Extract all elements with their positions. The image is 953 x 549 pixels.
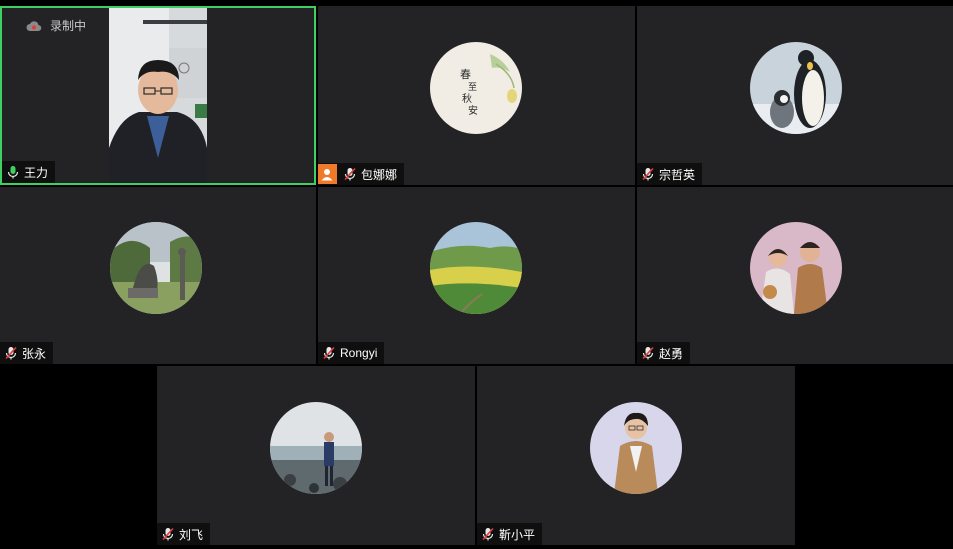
participant-tile[interactable]: 宗哲英 <box>637 6 953 185</box>
participant-name-tag: 王力 <box>2 161 56 183</box>
mic-muted-icon[interactable] <box>641 346 655 360</box>
calligraphy-avatar: 春 至 秋 安 <box>430 42 522 134</box>
svg-text:安: 安 <box>468 104 478 117</box>
landscape-avatar <box>430 222 522 314</box>
person-icon <box>318 164 337 184</box>
participant-tile[interactable]: Rongyi <box>318 187 635 364</box>
mic-muted-icon[interactable] <box>343 167 357 181</box>
mic-muted-icon[interactable] <box>4 346 18 360</box>
video-gallery: 录制中 王力 春 至 秋 安 包娜娜 宗哲英 张永 Rongyi 赵勇 刘飞 靳… <box>0 0 953 549</box>
participant-name: 宗哲英 <box>659 167 696 182</box>
participant-name: Rongyi <box>340 346 378 360</box>
participant-name: 赵勇 <box>659 346 684 361</box>
svg-text:秋: 秋 <box>462 92 472 105</box>
mic-active-icon[interactable] <box>6 165 20 179</box>
participant-name: 刘飞 <box>179 527 204 542</box>
participant-name-tag: 包娜娜 <box>318 163 405 185</box>
beach-avatar <box>270 402 362 494</box>
participant-tile[interactable]: 刘飞 <box>157 366 475 545</box>
participant-name: 王力 <box>24 165 49 180</box>
mic-muted-icon[interactable] <box>322 346 336 360</box>
recording-label: 录制中 <box>50 19 87 33</box>
recording-indicator: 录制中 <box>26 17 86 34</box>
penguin-avatar <box>750 42 842 134</box>
mic-muted-icon[interactable] <box>641 167 655 181</box>
participant-name-tag: 靳小平 <box>477 523 543 545</box>
participant-video <box>109 8 207 183</box>
svg-text:春: 春 <box>460 68 471 81</box>
participant-name: 包娜娜 <box>361 167 398 182</box>
participant-name-tag: Rongyi <box>318 342 385 364</box>
participant-tile[interactable]: 靳小平 <box>477 366 795 545</box>
participant-name: 靳小平 <box>499 527 536 542</box>
participant-name-tag: 赵勇 <box>637 342 691 364</box>
participant-tile[interactable]: 录制中 王力 <box>0 6 316 185</box>
participant-name-tag: 宗哲英 <box>637 163 703 185</box>
cloud-record-icon <box>26 20 42 31</box>
mic-muted-icon[interactable] <box>161 527 175 541</box>
participant-name-tag: 张永 <box>0 342 54 364</box>
svg-text:至: 至 <box>468 82 477 93</box>
participant-tile[interactable]: 赵勇 <box>637 187 953 364</box>
portrait-avatar <box>590 402 682 494</box>
participant-name: 张永 <box>22 346 47 361</box>
couple-avatar <box>750 222 842 314</box>
mic-muted-icon[interactable] <box>481 527 495 541</box>
participant-name-tag: 刘飞 <box>157 523 211 545</box>
participant-tile[interactable]: 张永 <box>0 187 316 364</box>
sculpture-avatar <box>110 222 202 314</box>
participant-tile[interactable]: 春 至 秋 安 包娜娜 <box>318 6 635 185</box>
